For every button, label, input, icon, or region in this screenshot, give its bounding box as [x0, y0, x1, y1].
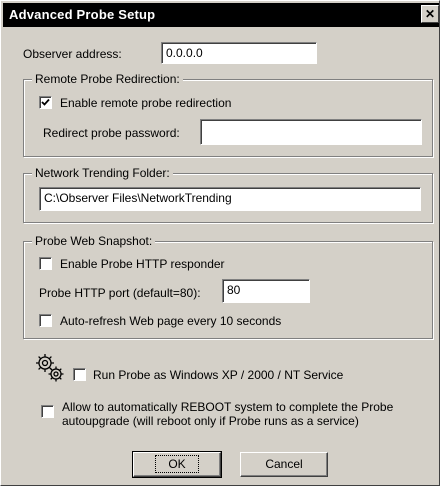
cancel-button-label: Cancel [265, 457, 303, 471]
ok-button-label: OK [155, 455, 199, 473]
cancel-button[interactable]: Cancel [240, 452, 328, 477]
remote-probe-redirection-group: Remote Probe Redirection: [23, 72, 433, 157]
redirect-password-input[interactable] [200, 119, 422, 145]
observer-address-input[interactable]: 0.0.0.0 [161, 42, 317, 64]
allow-reboot-label-line1[interactable]: Allow to automatically REBOOT system to … [62, 400, 393, 414]
enable-http-responder-label[interactable]: Enable Probe HTTP responder [60, 257, 225, 271]
probe-web-snapshot-title: Probe Web Snapshot: [32, 234, 156, 248]
network-trending-folder-title: Network Trending Folder: [32, 166, 173, 180]
allow-reboot-checkbox[interactable] [41, 405, 54, 418]
window-title: Advanced Probe Setup [9, 7, 156, 22]
enable-http-responder-checkbox[interactable] [39, 257, 52, 270]
gears-icon [36, 354, 64, 382]
observer-address-label: Observer address: [23, 47, 122, 61]
allow-reboot-label-line2[interactable]: autoupgrade (will reboot only if Probe r… [62, 414, 359, 428]
http-port-input[interactable]: 80 [222, 279, 310, 303]
close-icon: ✕ [424, 7, 436, 21]
network-trending-path-input[interactable]: C:\Observer Files\NetworkTrending [39, 187, 421, 211]
auto-refresh-checkbox[interactable] [39, 314, 52, 327]
ok-button[interactable]: OK [132, 451, 222, 478]
http-port-label: Probe HTTP port (default=80): [39, 286, 201, 300]
run-as-service-label[interactable]: Run Probe as Windows XP / 2000 / NT Serv… [93, 368, 343, 382]
advanced-probe-setup-dialog: Advanced Probe Setup ✕ Observer address:… [0, 0, 440, 486]
checkmark-icon [41, 98, 50, 106]
enable-remote-redirection-label[interactable]: Enable remote probe redirection [60, 96, 231, 110]
close-button[interactable]: ✕ [421, 5, 439, 23]
title-bar: Advanced Probe Setup ✕ [3, 3, 439, 27]
redirect-password-label: Redirect probe password: [43, 126, 180, 140]
auto-refresh-label[interactable]: Auto-refresh Web page every 10 seconds [60, 314, 281, 328]
enable-remote-redirection-checkbox[interactable] [39, 96, 52, 109]
run-as-service-checkbox[interactable] [73, 368, 86, 381]
remote-probe-redirection-title: Remote Probe Redirection: [32, 72, 183, 86]
